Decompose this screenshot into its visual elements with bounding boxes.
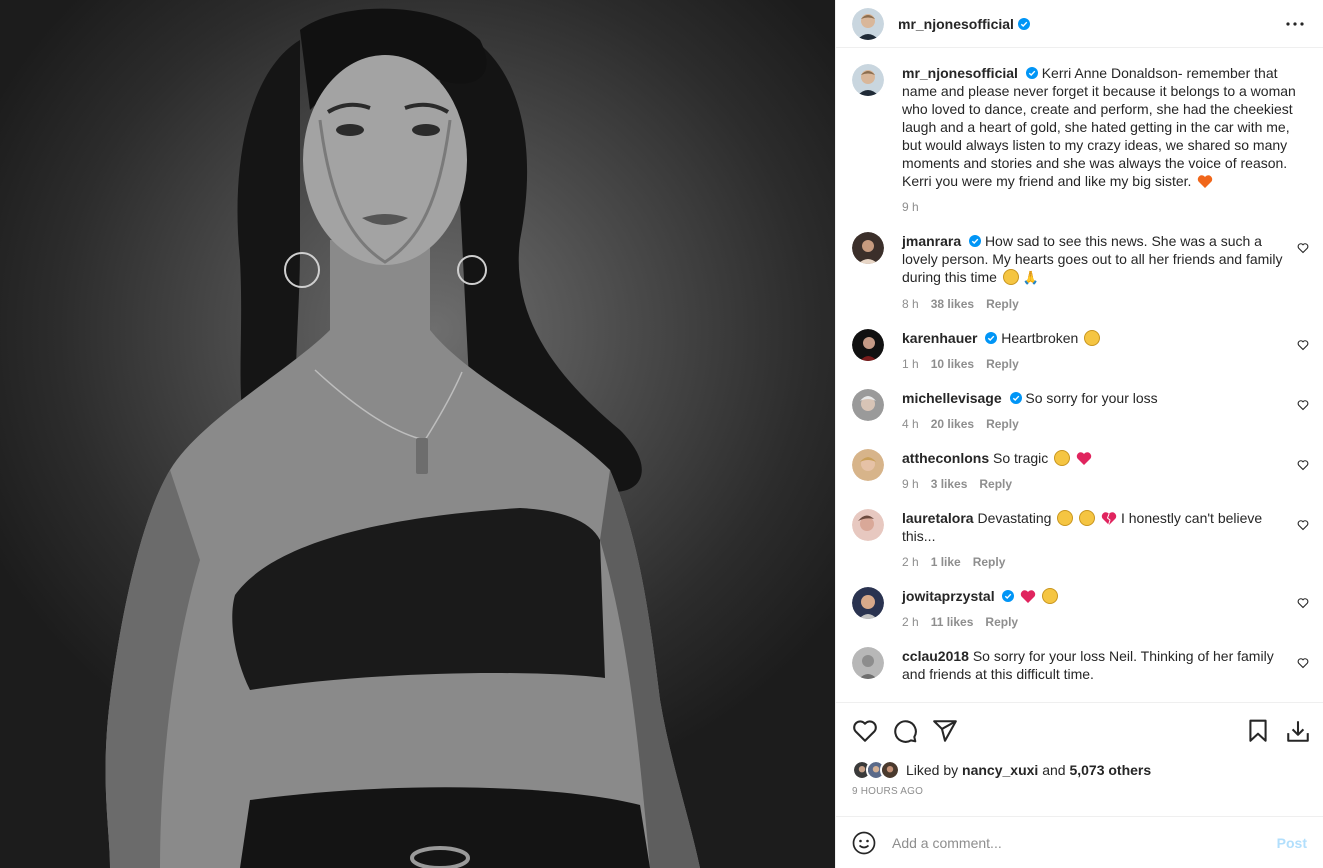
comment-item: karenhauer Heartbroken 1 h 10 likes Reply: [852, 329, 1309, 373]
comment-item: attheconlons So tragic 9 h 3 likes Reply: [852, 449, 1309, 493]
comment-likes[interactable]: 3 likes: [931, 475, 968, 493]
comment-username[interactable]: attheconlons: [902, 450, 989, 466]
comment-item: cclau2018 So sorry for your loss Neil. T…: [852, 647, 1309, 683]
liked-by-and: and: [1042, 762, 1066, 778]
sad-face-emoji-icon: [1042, 588, 1059, 604]
comment-username[interactable]: michellevisage: [902, 390, 1002, 406]
comment-username[interactable]: karenhauer: [902, 330, 977, 346]
commenter-avatar[interactable]: [852, 587, 884, 619]
comment-username[interactable]: cclau2018: [902, 648, 969, 664]
liker-avatars[interactable]: [852, 760, 900, 780]
comment-item: jowitaprzystal 2 h 11 likes Reply: [852, 587, 1309, 631]
comment-likes[interactable]: 10 likes: [931, 355, 974, 373]
comment-time[interactable]: 8 h: [902, 295, 919, 313]
more-options-icon[interactable]: [1283, 12, 1307, 36]
caption-time[interactable]: 9 h: [902, 198, 919, 216]
folded-hands-emoji-icon: 🙏: [1022, 270, 1039, 285]
comment-likes[interactable]: 11 likes: [931, 613, 974, 631]
commenter-avatar[interactable]: [852, 647, 884, 679]
comment-item: michellevisage So sorry for your loss 4 …: [852, 389, 1309, 433]
comment-time[interactable]: 1 h: [902, 355, 919, 373]
post-comment-button[interactable]: Post: [1277, 835, 1307, 851]
orange-heart-emoji-icon: [1198, 175, 1213, 188]
comments-list[interactable]: mr_njonesofficial Kerri Anne Donaldson- …: [836, 48, 1323, 702]
verified-badge-icon: [1025, 67, 1038, 79]
comment-time[interactable]: 9 h: [902, 475, 919, 493]
crying-face-emoji-icon: [1057, 510, 1074, 526]
verified-badge-icon: [1009, 392, 1022, 404]
comment-likes[interactable]: 38 likes: [931, 295, 974, 313]
verified-badge-icon: [1002, 590, 1015, 602]
disappointed-face-emoji-icon: [1084, 330, 1101, 346]
like-comment-heart-icon[interactable]: [1297, 519, 1309, 531]
reply-button[interactable]: Reply: [985, 613, 1018, 631]
likes-count[interactable]: 5,073 others: [1069, 762, 1151, 778]
add-comment-bar: Post: [836, 816, 1323, 868]
comment-item: lauretalora Devastating I honestly can't…: [852, 509, 1309, 571]
liked-by-user[interactable]: nancy_xuxi: [962, 762, 1038, 778]
comment-time[interactable]: 2 h: [902, 553, 919, 571]
comment-likes[interactable]: 20 likes: [931, 415, 974, 433]
emoji-smiley-icon[interactable]: [852, 831, 876, 855]
comment-username[interactable]: lauretalora: [902, 510, 974, 526]
verified-badge-icon: [1017, 17, 1030, 30]
sad-face-emoji-icon: [1002, 269, 1019, 285]
reply-button[interactable]: Reply: [979, 475, 1012, 493]
comment-likes[interactable]: 1 like: [931, 553, 961, 571]
like-comment-heart-icon[interactable]: [1297, 657, 1309, 669]
share-send-icon[interactable]: [932, 718, 958, 744]
comment-time[interactable]: 2 h: [902, 613, 919, 631]
likes-section: Liked by nancy_xuxi and 5,073 others 9 H…: [836, 758, 1323, 806]
post-details-panel: mr_njonesofficial mr_njonesofficial Kerr…: [835, 0, 1323, 868]
like-comment-heart-icon[interactable]: [1297, 242, 1309, 254]
like-comment-heart-icon[interactable]: [1297, 339, 1309, 351]
reply-button[interactable]: Reply: [986, 415, 1019, 433]
post-header: mr_njonesofficial: [836, 0, 1323, 48]
commenter-avatar[interactable]: [852, 509, 884, 541]
post-actions-bar: [836, 702, 1323, 758]
commenter-avatar[interactable]: [852, 232, 884, 264]
reply-button[interactable]: Reply: [986, 355, 1019, 373]
download-icon[interactable]: [1285, 718, 1311, 744]
caption: mr_njonesofficial Kerri Anne Donaldson- …: [852, 64, 1309, 216]
commenter-avatar[interactable]: [852, 449, 884, 481]
comment-bubble-icon[interactable]: [892, 718, 918, 744]
worried-face-emoji-icon: [1054, 450, 1071, 466]
comment-username[interactable]: jowitaprzystal: [902, 588, 995, 604]
commenter-avatar[interactable]: [852, 389, 884, 421]
like-heart-icon[interactable]: [852, 718, 878, 744]
verified-badge-icon: [985, 332, 998, 344]
post-timestamp[interactable]: 9 HOURS AGO: [852, 786, 1307, 806]
red-heart-emoji-icon: [1021, 590, 1036, 603]
liker-avatar: [880, 760, 900, 780]
broken-heart-emoji-icon: [1101, 512, 1117, 526]
comment-username[interactable]: jmanrara: [902, 233, 961, 249]
like-comment-heart-icon[interactable]: [1297, 399, 1309, 411]
red-heart-emoji-icon: [1076, 452, 1092, 465]
commenter-avatar[interactable]: [852, 329, 884, 361]
save-bookmark-icon[interactable]: [1245, 718, 1271, 744]
like-comment-heart-icon[interactable]: [1297, 597, 1309, 609]
comment-text: So tragic: [993, 450, 1049, 466]
caption-text: Kerri Anne Donaldson- remember that name…: [902, 65, 1296, 189]
screaming-face-emoji-icon: [1079, 510, 1096, 526]
comment-time[interactable]: 4 h: [902, 415, 919, 433]
reply-button[interactable]: Reply: [986, 295, 1019, 313]
comment-text: Devastating: [977, 510, 1052, 526]
comment-text: So sorry for your loss: [1025, 390, 1158, 406]
caption-username[interactable]: mr_njonesofficial: [902, 65, 1018, 81]
comment-text: Heartbroken: [1001, 330, 1079, 346]
author-username[interactable]: mr_njonesofficial: [898, 16, 1014, 32]
post-modal: mr_njonesofficial mr_njonesofficial Kerr…: [0, 0, 1323, 868]
portrait-image: [105, 8, 701, 868]
comment-input[interactable]: [892, 834, 1277, 851]
author-avatar[interactable]: [852, 7, 884, 40]
verified-badge-icon: [969, 235, 982, 247]
liked-by-prefix: Liked by: [906, 762, 959, 778]
reply-button[interactable]: Reply: [973, 553, 1006, 571]
post-photo[interactable]: [0, 0, 835, 868]
like-comment-heart-icon[interactable]: [1297, 459, 1309, 471]
author-avatar[interactable]: [852, 64, 884, 96]
comment-item: jmanrara How sad to see this news. She w…: [852, 232, 1309, 313]
